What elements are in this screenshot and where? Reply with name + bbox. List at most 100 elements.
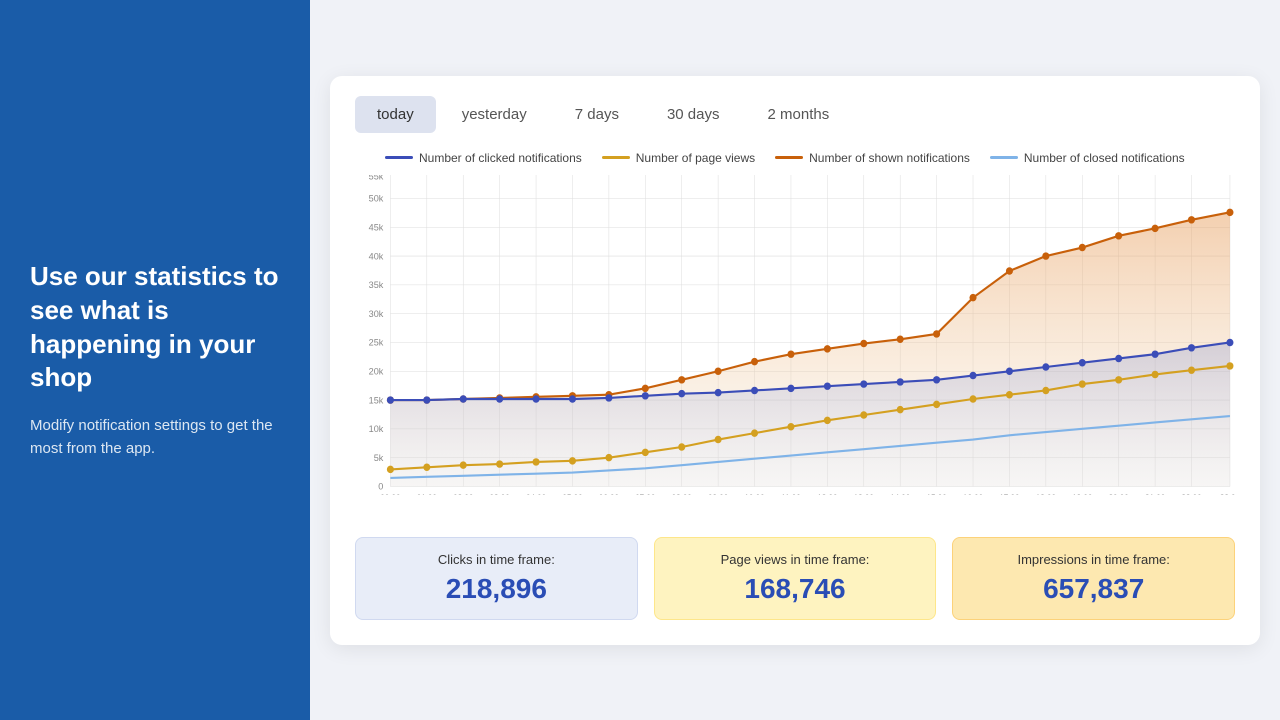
svg-text:25k: 25k [369,337,384,347]
legend-pageviews-icon [602,156,630,159]
stat-clicks-label: Clicks in time frame: [376,552,617,567]
svg-text:30k: 30k [369,308,384,318]
pageviews-dot [751,429,758,436]
svg-text:11:00: 11:00 [781,492,801,495]
svg-text:07:00: 07:00 [635,492,656,495]
legend-clicked-icon [385,156,413,159]
clicked-dot [605,394,612,401]
pageviews-dot [933,400,940,407]
pageviews-dot [460,461,467,468]
legend-closed: Number of closed notifications [990,151,1185,165]
shown-dot [1226,208,1233,215]
svg-text:45k: 45k [369,222,384,232]
shown-dot [1042,252,1049,259]
stat-pageviews-label: Page views in time frame: [675,552,916,567]
svg-text:5k: 5k [374,452,384,462]
clicked-dot [423,396,430,403]
svg-text:12:00: 12:00 [817,492,838,495]
pageviews-dot [678,443,685,450]
pageviews-dot [1115,376,1122,383]
stats-row: Clicks in time frame: 218,896 Page views… [355,537,1235,620]
pageviews-dot [423,463,430,470]
svg-text:20k: 20k [369,366,384,376]
tab-2months[interactable]: 2 months [746,96,852,133]
shown-dot [1079,243,1086,250]
pageviews-dot [969,395,976,402]
pageviews-dot [1079,380,1086,387]
clicked-dot [1152,350,1159,357]
clicked-dot [787,384,794,391]
svg-text:40k: 40k [369,251,384,261]
legend-pageviews: Number of page views [602,151,755,165]
clicked-dot [678,389,685,396]
legend-shown-label: Number of shown notifications [809,151,970,165]
clicked-dot [860,380,867,387]
tab-7days[interactable]: 7 days [553,96,641,133]
clicked-dot [1042,363,1049,370]
svg-text:50k: 50k [369,193,384,203]
clicked-dot [969,371,976,378]
svg-text:13:00: 13:00 [854,492,875,495]
pageviews-dot [605,453,612,460]
legend-clicked-label: Number of clicked notifications [419,151,582,165]
clicked-dot [1226,338,1233,345]
main-heading: Use our statistics to see what is happen… [30,260,280,395]
svg-text:15:00: 15:00 [927,492,948,495]
svg-text:00:00: 00:00 [380,492,401,495]
svg-text:14:00: 14:00 [890,492,911,495]
shown-dot [715,367,722,374]
svg-text:08:00: 08:00 [672,492,693,495]
shown-dot [1188,216,1195,223]
svg-text:20:00: 20:00 [1109,492,1130,495]
pageviews-dot [642,448,649,455]
stat-impressions: Impressions in time frame: 657,837 [952,537,1235,620]
clicked-dot [933,376,940,383]
legend-shown-icon [775,156,803,159]
tab-today[interactable]: today [355,96,436,133]
pageviews-dot [533,458,540,465]
shown-dot [897,335,904,342]
dashboard-card: today yesterday 7 days 30 days 2 months … [330,76,1260,645]
shown-dot [642,384,649,391]
svg-text:18:00: 18:00 [1036,492,1057,495]
clicked-dot [1115,354,1122,361]
pageviews-dot [860,411,867,418]
left-panel: Use our statistics to see what is happen… [0,0,310,720]
clicked-dot [496,395,503,402]
svg-text:03:00: 03:00 [490,492,511,495]
pageviews-dot [1152,370,1159,377]
shown-dot [824,345,831,352]
pageviews-dot [496,460,503,467]
svg-text:35k: 35k [369,279,384,289]
pageviews-dot [787,423,794,430]
clicked-dot [460,395,467,402]
svg-text:06:00: 06:00 [599,492,620,495]
svg-text:22:00: 22:00 [1181,492,1202,495]
svg-text:17:00: 17:00 [999,492,1020,495]
svg-text:10:00: 10:00 [744,492,765,495]
svg-text:0: 0 [378,481,383,491]
shown-dot [969,293,976,300]
svg-text:04:00: 04:00 [526,492,547,495]
chart-legend: Number of clicked notifications Number o… [355,151,1235,165]
legend-closed-label: Number of closed notifications [1024,151,1185,165]
chart-svg-container: 0 5k 10k 15k 20k 25k 30k 35k 40k 45k 50k… [355,175,1235,495]
svg-text:01:00: 01:00 [417,492,438,495]
sub-text: Modify notification settings to get the … [30,415,280,460]
pageviews-dot [387,465,394,472]
clicked-dot [751,386,758,393]
chart-area: Number of clicked notifications Number o… [355,151,1235,521]
svg-text:19:00: 19:00 [1072,492,1093,495]
clicked-dot [533,395,540,402]
clicked-dot [1079,359,1086,366]
tab-30days[interactable]: 30 days [645,96,742,133]
legend-clicked: Number of clicked notifications [385,151,582,165]
pageviews-dot [1042,386,1049,393]
svg-text:05:00: 05:00 [562,492,583,495]
pageviews-dot [1226,362,1233,369]
stat-impressions-value: 657,837 [973,573,1214,605]
shown-dot [1115,232,1122,239]
shown-dot [678,376,685,383]
tab-yesterday[interactable]: yesterday [440,96,549,133]
pageviews-dot [824,416,831,423]
